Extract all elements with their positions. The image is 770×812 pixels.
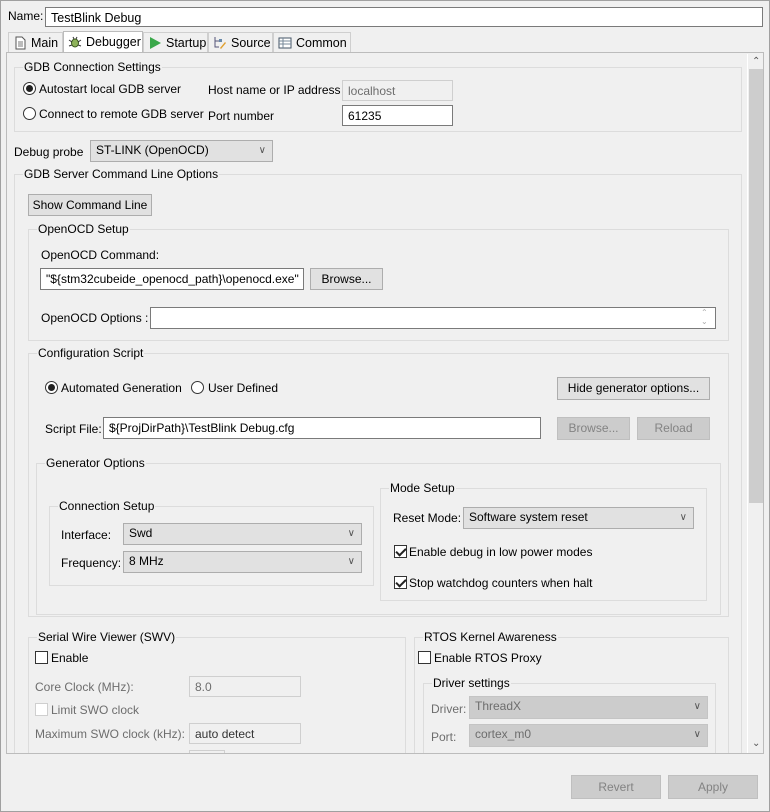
driver-select[interactable]: ThreadX ∨ <box>469 696 708 719</box>
user-defined-radio[interactable] <box>191 381 204 394</box>
rtos-port-label: Port: <box>431 730 457 744</box>
openocd-options-label: OpenOCD Options : <box>41 311 149 325</box>
show-command-line-button[interactable]: Show Command Line <box>28 194 152 216</box>
select-value: Software system reset <box>469 510 588 524</box>
low-power-checkbox[interactable] <box>394 545 407 558</box>
max-swo-input[interactable]: auto detect <box>189 723 301 744</box>
tab-label: Debugger <box>86 35 141 49</box>
frequency-label: Frequency: <box>61 556 122 570</box>
revert-button[interactable]: Revert <box>571 775 661 799</box>
select-value: cortex_m0 <box>475 727 532 741</box>
vertical-scrollbar[interactable]: ⌃ ⌄ <box>747 54 763 753</box>
chevron-down-icon: ∨ <box>347 556 355 567</box>
tab-label: Source <box>231 36 271 50</box>
select-value: ThreadX <box>475 699 522 713</box>
scroll-down-icon[interactable]: ⌄ <box>752 738 760 749</box>
core-clock-input[interactable]: 8.0 <box>189 676 301 697</box>
tab-debugger[interactable]: Debugger <box>63 31 143 53</box>
limit-swo-label: Limit SWO clock <box>51 703 140 717</box>
max-swo-label: Maximum SWO clock (kHz): <box>35 727 185 741</box>
name-label: Name: <box>8 9 44 23</box>
debug-probe-label: Debug probe <box>14 145 84 159</box>
chevron-down-icon: ∨ <box>258 145 266 156</box>
source-tree-icon <box>214 37 226 49</box>
low-power-label: Enable debug in low power modes <box>409 545 593 559</box>
chevron-down-icon: ∨ <box>693 729 701 740</box>
swv-enable-label: Enable <box>51 651 89 665</box>
remote-label: Connect to remote GDB server <box>39 107 204 121</box>
openocd-browse-button[interactable]: Browse... <box>310 268 383 290</box>
chevron-down-icon: ∨ <box>347 528 355 539</box>
port-label: Port number <box>208 109 275 123</box>
automated-generation-radio[interactable] <box>45 381 58 394</box>
chevron-down-icon: ∨ <box>679 512 687 523</box>
swv-clipped-input[interactable] <box>189 750 225 753</box>
host-input[interactable]: localhost <box>342 80 453 101</box>
reset-mode-label: Reset Mode: <box>393 511 462 525</box>
play-icon <box>150 37 161 49</box>
select-value: ST-LINK (OpenOCD) <box>96 143 209 157</box>
group-title: GDB Connection Settings <box>23 59 162 75</box>
document-icon <box>15 36 26 50</box>
script-browse-button[interactable]: Browse... <box>557 417 630 440</box>
group-title: Serial Wire Viewer (SWV) <box>37 629 177 645</box>
interface-label: Interface: <box>61 528 112 542</box>
reload-button[interactable]: Reload <box>637 417 710 440</box>
select-value: Swd <box>129 526 153 540</box>
tab-source[interactable]: Source <box>208 32 273 53</box>
host-label: Host name or IP address <box>208 83 341 97</box>
scrollbar-thumb[interactable] <box>749 69 763 503</box>
bug-icon <box>68 36 82 48</box>
limit-swo-checkbox[interactable] <box>35 703 48 716</box>
group-title: Configuration Script <box>37 345 145 361</box>
rtos-port-select[interactable]: cortex_m0 ∨ <box>469 724 708 747</box>
name-input[interactable]: TestBlink Debug <box>45 7 763 27</box>
group-title: Driver settings <box>432 675 511 691</box>
core-clock-label: Core Clock (MHz): <box>35 680 134 694</box>
rtos-enable-checkbox[interactable] <box>418 651 431 664</box>
connection-setup-group: Connection Setup <box>49 498 374 586</box>
tab-main[interactable]: Main <box>8 32 63 53</box>
group-title: Connection Setup <box>58 498 156 514</box>
script-file-input[interactable]: ${ProjDirPath}\TestBlink Debug.cfg <box>103 417 541 439</box>
openocd-command-label: OpenOCD Command: <box>41 248 160 262</box>
autostart-label: Autostart local GDB server <box>39 82 182 96</box>
apply-button[interactable]: Apply <box>668 775 758 799</box>
group-title: Generator Options <box>45 455 146 471</box>
spinner-arrows-icon[interactable]: ⌃ ⌄ <box>701 308 708 326</box>
chevron-down-icon: ∨ <box>693 701 701 712</box>
reset-mode-select[interactable]: Software system reset ∨ <box>463 507 694 529</box>
group-title: Mode Setup <box>389 480 456 496</box>
watchdog-checkbox[interactable] <box>394 576 407 589</box>
group-title: OpenOCD Setup <box>37 221 130 237</box>
debug-probe-select[interactable]: ST-LINK (OpenOCD) ∨ <box>90 140 273 162</box>
openocd-command-input[interactable]: "${stm32cubeide_openocd_path}\openocd.ex… <box>40 268 304 290</box>
interface-select[interactable]: Swd ∨ <box>123 523 362 545</box>
driver-label: Driver: <box>431 702 467 716</box>
select-value: 8 MHz <box>129 554 164 568</box>
tab-startup[interactable]: Startup <box>143 32 208 53</box>
rtos-enable-label: Enable RTOS Proxy <box>434 651 542 665</box>
tab-content: GDB Connection Settings Autostart local … <box>6 52 764 754</box>
openocd-options-input[interactable] <box>150 307 716 329</box>
autostart-radio[interactable] <box>23 82 36 95</box>
user-defined-label: User Defined <box>208 381 279 395</box>
frequency-select[interactable]: 8 MHz ∨ <box>123 551 362 573</box>
group-title: GDB Server Command Line Options <box>23 166 220 182</box>
hide-generator-options-button[interactable]: Hide generator options... <box>557 377 710 400</box>
table-icon <box>278 37 292 49</box>
port-input[interactable]: 61235 <box>342 105 453 126</box>
tab-label: Main <box>31 36 59 50</box>
automated-generation-label: Automated Generation <box>61 381 182 395</box>
remote-radio[interactable] <box>23 107 36 120</box>
watchdog-label: Stop watchdog counters when halt <box>409 576 593 590</box>
tab-common[interactable]: Common <box>273 32 351 53</box>
scroll-up-icon[interactable]: ⌃ <box>752 56 760 67</box>
tab-label: Startup <box>166 36 207 50</box>
tab-label: Common <box>296 36 347 50</box>
group-title: RTOS Kernel Awareness <box>423 629 558 645</box>
script-file-label: Script File: <box>45 422 102 436</box>
swv-enable-checkbox[interactable] <box>35 651 48 664</box>
